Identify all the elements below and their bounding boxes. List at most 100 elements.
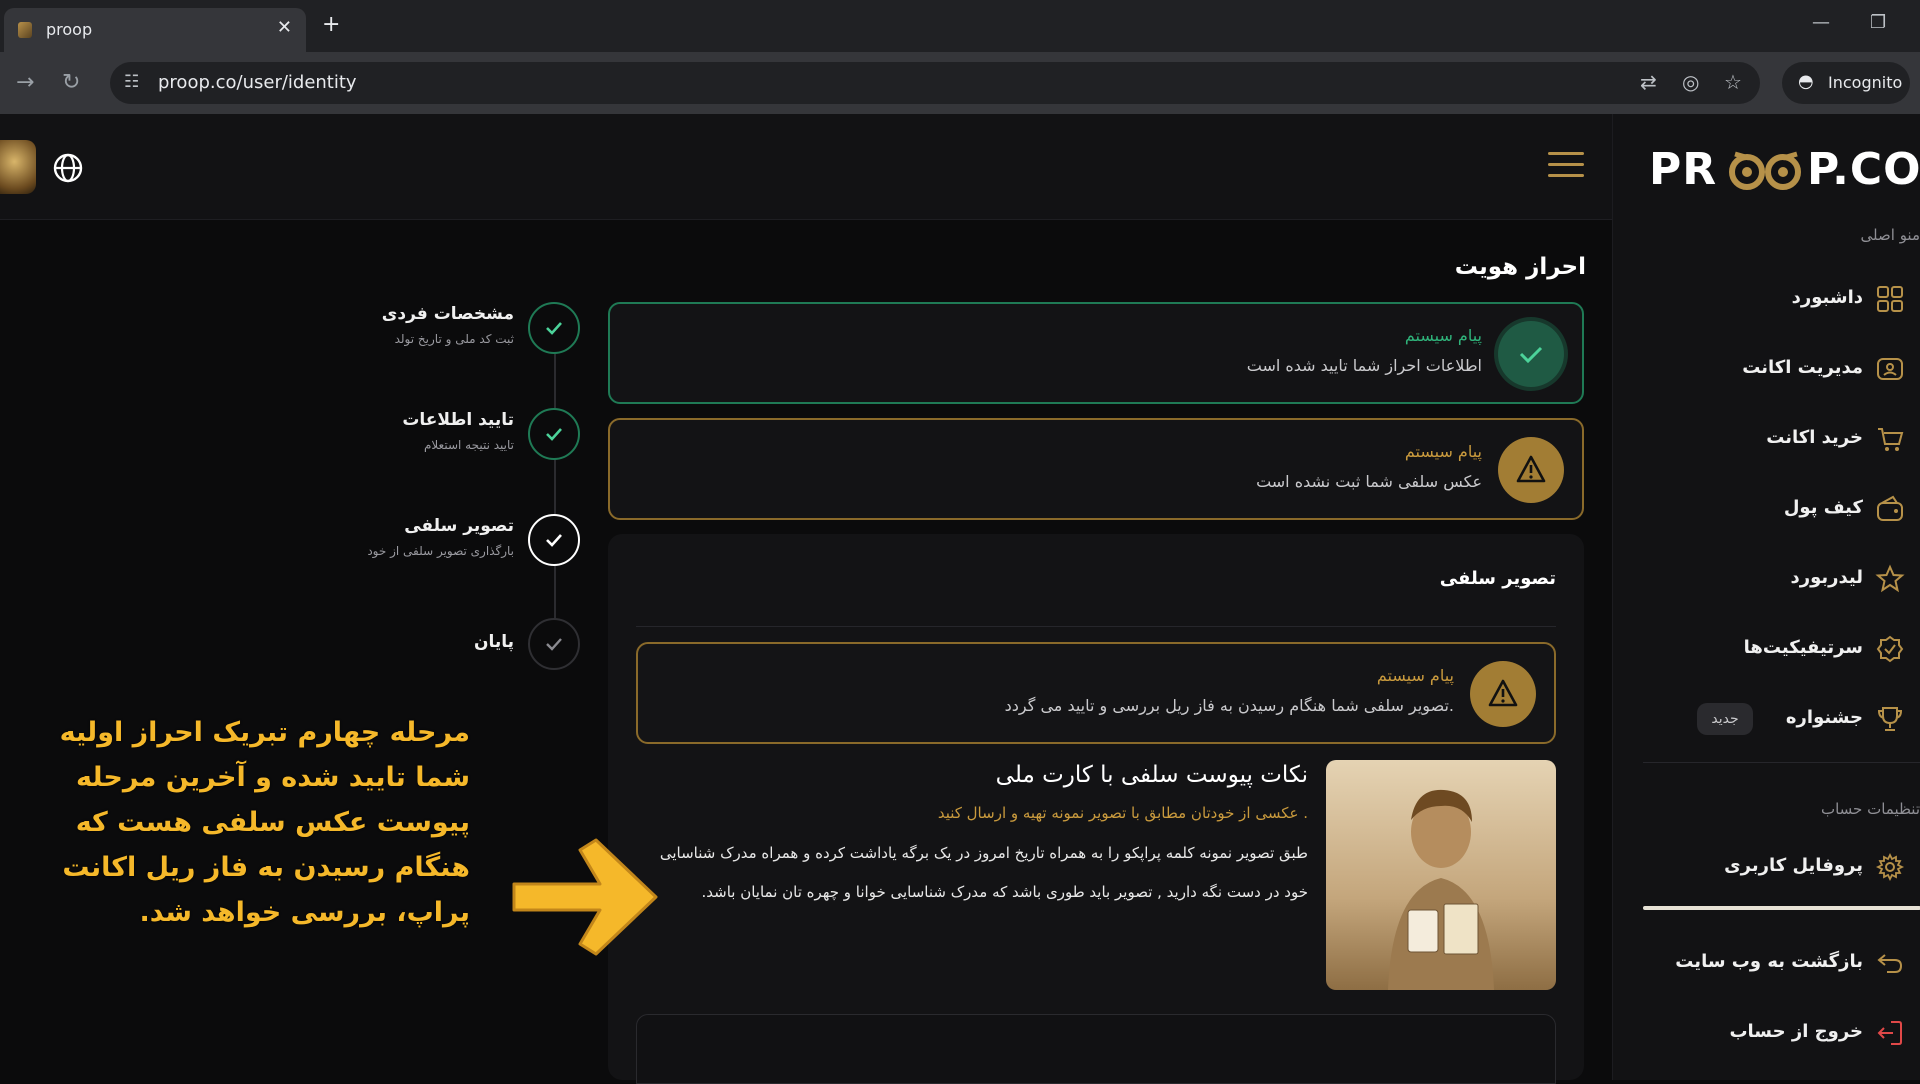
restore-icon[interactable]: ❐ [1870,12,1886,33]
reload-icon[interactable]: ↻ [62,70,80,95]
account-manage-icon [1877,358,1903,380]
alert-title: پیام سیستم [1376,666,1454,685]
logout-icon [1877,1021,1902,1045]
system-message-success: پیام سیستم اطلاعات احراز شما تایید شده ا… [608,302,1584,404]
menu-toggle-icon[interactable] [1548,152,1584,182]
cart-icon [1878,428,1904,451]
step-subtitle: بارگذاری تصویر سلفی از خود [367,544,514,558]
selfie-card-title: تصویر سلفی [1439,568,1556,589]
top-header [0,114,1612,220]
incognito-indicator[interactable]: ◓ Incognito [1782,62,1910,104]
alert-text: تصویر سلفی شما هنگام رسیدن به فاز ریل بر… [1004,696,1454,715]
step-personal-info: مشخصات فردی ثبت کد ملی و تاریخ تولد [350,302,580,362]
step-check-icon [528,514,580,566]
new-tab-button[interactable]: + [322,12,340,37]
step-check-icon [528,408,580,460]
star-icon [1875,564,1905,593]
sidebar-item-profile[interactable]: پروفایل کاربری [1643,844,1920,890]
back-to-website-link[interactable]: بازگشت به وب سایت [1643,940,1920,986]
site-settings-icon[interactable]: ☷ [124,72,139,92]
sample-selfie-image [1326,760,1556,990]
logout-button[interactable]: خروج از حساب [1643,1010,1920,1056]
wallet-icon [1877,495,1903,521]
url-text[interactable]: proop.co/user/identity [158,72,357,93]
alert-text: اطلاعات احراز شما تایید شده است [1246,356,1482,375]
system-message-selfie-review: پیام سیستم تصویر سلفی شما هنگام رسیدن به… [636,642,1556,744]
step-check-icon [528,618,580,670]
step-selfie: تصویر سلفی بارگذاری تصویر سلفی از خود [350,514,580,574]
owl-eyes-logo-icon [1729,151,1801,190]
sidebar-item-label: جشنواره [1785,707,1863,728]
step-check-icon [528,302,580,354]
step-finish: پایان [350,618,580,678]
return-arrow-icon [1877,954,1903,973]
account-settings-label: تنظیمات حساب [1820,800,1920,818]
proop-logo[interactable]: PR P.CO [1649,138,1920,198]
translate-icon[interactable]: ⇄ [1640,70,1657,94]
logo-text-left: PR [1649,144,1718,195]
tracking-protection-icon[interactable]: ◎ [1682,70,1699,94]
page-title: احراز هویت [1454,254,1586,280]
new-badge: جدید [1697,703,1753,735]
sidebar-item-dashboard[interactable]: داشبورد [1643,276,1920,322]
step-title: مشخصات فردی [381,304,514,324]
warning-icon [1470,661,1536,727]
tips-body: طبق تصویر نمونه کلمه پراپکو را به همراه … [659,844,1308,901]
sidebar-item-label: خروج از حساب [1729,1021,1863,1042]
sidebar: PR P.CO منو اصلی داشبورد مدیریت اکانت خر… [1612,114,1920,1080]
warning-icon [1498,437,1564,503]
selfie-card: تصویر سلفی پیام سیستم تصویر سلفی شما هنگ… [608,534,1584,1084]
minimize-icon[interactable]: — [1812,12,1830,33]
sidebar-item-label: مدیریت اکانت [1742,357,1863,378]
sidebar-divider [1643,762,1920,763]
logo-text-right: P.CO [1807,144,1920,195]
step-subtitle: ثبت کد ملی و تاریخ تولد [394,332,514,346]
sidebar-item-label: سرتیفیکیت‌ها [1743,637,1863,658]
alert-text: عکس سلفی شما ثبت نشده است [1256,472,1482,491]
profile-active-indicator [1643,906,1920,910]
sidebar-item-label: پروفایل کاربری [1724,855,1863,876]
bookmark-star-icon[interactable]: ☆ [1724,70,1742,94]
tab-close-icon[interactable]: ✕ [277,17,292,38]
tab-title: proop [46,20,93,39]
forward-icon[interactable]: → [16,70,34,95]
tutorial-annotation: مرحله چهارم تبریک احراز اولیه شما تایید … [59,717,470,928]
tips-title: نکات پیوست سلفی با کارت ملی [995,762,1308,788]
avatar[interactable] [0,140,36,194]
sidebar-item-label: خرید اکانت [1766,427,1863,448]
gear-icon [1875,852,1905,882]
app-root: PR P.CO منو اصلی داشبورد مدیریت اکانت خر… [0,114,1920,1084]
check-icon [1498,321,1564,387]
card-divider [636,626,1556,627]
sidebar-item-label: بازگشت به وب سایت [1675,951,1863,972]
selfie-upload-area[interactable] [636,1014,1556,1084]
omnibox[interactable]: ☷ proop.co/user/identity ⇄ ◎ ☆ [110,62,1760,104]
address-bar-row: → ↻ ☷ proop.co/user/identity ⇄ ◎ ☆ ◓ Inc… [0,52,1920,114]
sidebar-item-festival[interactable]: جشنواره جدید [1643,696,1920,742]
sidebar-item-leaderboard[interactable]: لیدربورد [1643,556,1920,602]
system-message-warning: پیام سیستم عکس سلفی شما ثبت نشده است [608,418,1584,520]
sidebar-item-wallet[interactable]: کیف پول [1643,486,1920,532]
tips-subtitle: عکسی از خودتان مطابق با تصویر نمونه تهیه… [937,804,1308,822]
sidebar-item-label: کیف پول [1783,497,1863,518]
browser-tab[interactable]: proop ✕ [4,8,306,52]
arrow-right-icon [512,838,658,956]
step-subtitle: تایید نتیجه استعلام [423,438,514,452]
step-title: پایان [473,632,514,652]
sidebar-item-label: داشبورد [1791,287,1863,308]
sidebar-item-label: لیدربورد [1790,567,1863,588]
sidebar-item-certificates[interactable]: سرتیفیکیت‌ها [1643,626,1920,672]
step-verify-info: تایید اطلاعات تایید نتیجه استعلام [350,408,580,468]
step-title: تایید اطلاعات [402,410,514,430]
incognito-label: Incognito [1828,73,1903,92]
sidebar-item-account-management[interactable]: مدیریت اکانت [1643,346,1920,392]
grid-icon [1877,286,1903,312]
incognito-icon: ◓ [1798,71,1814,92]
language-globe-icon[interactable] [52,152,84,184]
sidebar-item-buy-account[interactable]: خرید اکانت [1643,416,1920,462]
stepper-line [554,342,556,654]
step-title: تصویر سلفی [404,516,514,536]
trophy-icon [1877,707,1903,731]
main-menu-label: منو اصلی [1860,226,1920,244]
alert-title: پیام سیستم [1404,442,1482,461]
